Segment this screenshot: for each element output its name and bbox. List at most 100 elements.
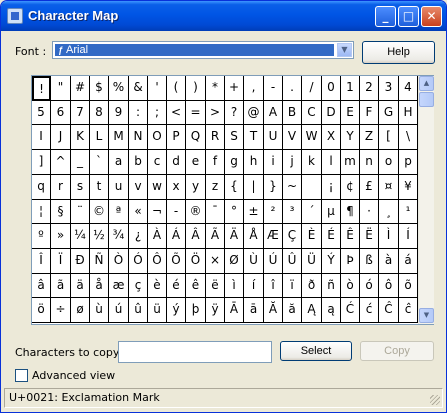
char-cell[interactable]: é: [167, 274, 186, 298]
title-bar[interactable]: Character Map _ □ ✕: [1, 1, 446, 31]
char-cell[interactable]: ÷: [51, 298, 71, 323]
char-cell[interactable]: ): [186, 76, 206, 101]
char-cell[interactable]: #: [71, 76, 90, 101]
char-cell[interactable]: ¶: [341, 200, 360, 224]
char-cell[interactable]: 8: [90, 101, 109, 125]
char-cell[interactable]: T: [244, 125, 264, 150]
char-cell[interactable]: ²: [264, 200, 283, 224]
char-cell[interactable]: ·: [360, 200, 379, 224]
char-cell[interactable]: Ê: [341, 224, 360, 249]
char-cell[interactable]: ¤: [379, 175, 399, 200]
char-cell[interactable]: }: [264, 175, 283, 200]
char-cell[interactable]: à: [379, 249, 399, 274]
char-cell[interactable]: Ą: [302, 298, 322, 323]
char-cell[interactable]: ®: [186, 200, 206, 224]
char-cell[interactable]: 4: [399, 76, 418, 101]
char-cell[interactable]: ©: [90, 200, 109, 224]
char-cell[interactable]: Æ: [264, 224, 283, 249]
char-cell[interactable]: ą: [322, 298, 341, 323]
char-cell[interactable]: [: [379, 125, 399, 150]
char-cell[interactable]: ì: [225, 274, 244, 298]
char-cell[interactable]: ¹: [399, 200, 418, 224]
char-cell[interactable]: µ: [322, 200, 341, 224]
char-cell[interactable]: ý: [167, 298, 186, 323]
characters-to-copy-input[interactable]: [118, 341, 272, 363]
char-cell[interactable]: =: [186, 101, 206, 125]
char-cell[interactable]: ¨: [71, 200, 90, 224]
char-cell[interactable]: V: [283, 125, 302, 150]
char-cell[interactable]: ¸: [379, 200, 399, 224]
char-cell[interactable]: Ò: [109, 249, 129, 274]
char-cell[interactable]: !: [32, 76, 51, 101]
char-cell[interactable]: ç: [129, 274, 148, 298]
char-cell[interactable]: c: [148, 150, 167, 175]
char-cell[interactable]: Ñ: [90, 249, 109, 274]
char-cell[interactable]: å: [90, 274, 109, 298]
char-cell[interactable]: 1: [341, 76, 360, 101]
char-cell[interactable]: ,: [244, 76, 264, 101]
char-cell[interactable]: Y: [341, 125, 360, 150]
char-cell[interactable]: q: [32, 175, 51, 200]
scroll-thumb[interactable]: [419, 92, 434, 107]
char-cell[interactable]: ¼: [71, 224, 90, 249]
char-cell[interactable]: J: [51, 125, 71, 150]
char-cell[interactable]: X: [322, 125, 341, 150]
char-cell[interactable]: Õ: [167, 249, 186, 274]
char-cell[interactable]: ù: [90, 298, 109, 323]
char-cell[interactable]: p: [399, 150, 418, 175]
copy-button[interactable]: Copy: [360, 341, 434, 361]
char-cell[interactable]: 3: [379, 76, 399, 101]
char-cell[interactable]: ×: [206, 249, 225, 274]
char-cell[interactable]: +: [225, 76, 244, 101]
char-cell[interactable]: Ā: [225, 298, 244, 323]
char-cell[interactable]: É: [322, 224, 341, 249]
char-cell[interactable]: a: [109, 150, 129, 175]
char-cell[interactable]: Ù: [244, 249, 264, 274]
char-cell[interactable]: ^: [51, 150, 71, 175]
char-cell[interactable]: á: [399, 249, 418, 274]
char-cell[interactable]: j: [283, 150, 302, 175]
char-cell[interactable]: ]: [32, 150, 51, 175]
char-cell[interactable]: I: [32, 125, 51, 150]
char-cell[interactable]: ô: [379, 274, 399, 298]
char-cell[interactable]: y: [186, 175, 206, 200]
char-cell[interactable]: -: [167, 200, 186, 224]
char-cell[interactable]: ë: [206, 274, 225, 298]
char-cell[interactable]: À: [148, 224, 167, 249]
char-cell[interactable]: Ç: [283, 224, 302, 249]
char-cell[interactable]: £: [360, 175, 379, 200]
char-cell[interactable]: /: [302, 76, 322, 101]
char-cell[interactable]: Ú: [264, 249, 283, 274]
char-cell[interactable]: Ĉ: [379, 298, 399, 323]
char-cell[interactable]: g: [225, 150, 244, 175]
char-cell[interactable]: Î: [32, 249, 51, 274]
char-cell[interactable]: ï: [283, 274, 302, 298]
char-cell[interactable]: i: [264, 150, 283, 175]
char-cell[interactable]: Ø: [225, 249, 244, 274]
char-cell[interactable]: |: [244, 175, 264, 200]
char-cell[interactable]: Ö: [186, 249, 206, 274]
char-cell[interactable]: o: [379, 150, 399, 175]
char-cell[interactable]: P: [167, 125, 186, 150]
char-cell[interactable]: _: [71, 150, 90, 175]
char-cell[interactable]: b: [129, 150, 148, 175]
char-cell[interactable]: Ä: [225, 224, 244, 249]
char-cell[interactable]: 5: [32, 101, 51, 125]
char-cell[interactable]: ó: [360, 274, 379, 298]
char-cell[interactable]: x: [167, 175, 186, 200]
char-cell[interactable]: M: [109, 125, 129, 150]
char-cell[interactable]: ¥: [399, 175, 418, 200]
char-cell[interactable]: U: [264, 125, 283, 150]
scroll-up-icon[interactable]: ▲: [419, 76, 434, 91]
vertical-scrollbar[interactable]: ▲ ▼: [418, 76, 434, 324]
char-cell[interactable]: ñ: [322, 274, 341, 298]
char-cell[interactable]: f: [206, 150, 225, 175]
char-cell[interactable]: ~: [283, 175, 302, 200]
char-cell[interactable]: ¡: [322, 175, 341, 200]
char-cell[interactable]: ¾: [109, 224, 129, 249]
char-cell[interactable]: Q: [186, 125, 206, 150]
char-cell[interactable]: E: [341, 101, 360, 125]
char-cell[interactable]: d: [167, 150, 186, 175]
char-cell[interactable]: D: [322, 101, 341, 125]
char-cell[interactable]: 7: [71, 101, 90, 125]
